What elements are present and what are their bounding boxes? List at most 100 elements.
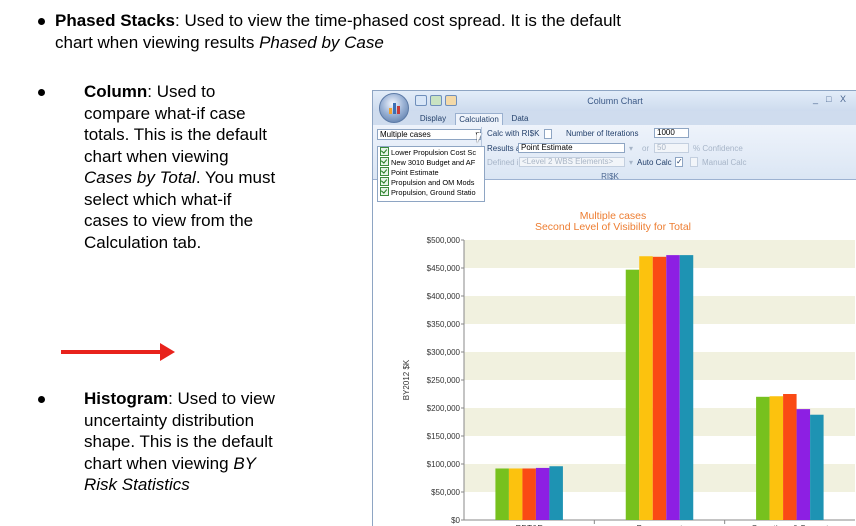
y-tick-label: $350,000 [427,320,461,329]
case-item[interactable]: Propulsion and OM Mods [380,177,474,187]
term-histogram: Histogram [84,389,169,408]
tab-calculation[interactable]: Calculation [455,113,503,125]
manual-calc-icon[interactable] [690,157,698,167]
defined-in-label: Defined in [487,158,524,167]
y-axis-label: BY2012 $K [402,359,411,400]
bar [495,468,509,520]
close-button[interactable]: X [840,94,846,104]
column-desc-line: totals. This is the default [84,125,268,144]
histogram-desc-line: chart when viewing [84,453,234,473]
bar [666,255,680,520]
y-tick-label: $150,000 [427,432,461,441]
y-tick-label: $50,000 [431,488,460,497]
case-item[interactable]: Lower Propulsion Cost Sc [380,147,476,157]
term-column: Column [84,82,148,101]
risk-statistics-text: Risk Statistics [84,475,190,494]
y-tick-label: $500,000 [427,236,461,245]
bar [535,467,550,520]
cases-by-total-text: Cases by Total [84,168,196,187]
case-item-label: Propulsion and OM Mods [391,178,475,187]
results-as-select[interactable]: Point Estimate [518,143,625,153]
phased-by-case-text: Phased by Case [259,32,384,52]
histogram-desc-line: uncertainty distribution [84,410,255,430]
cases-dropdown-list: Lower Propulsion Cost Sc New 3010 Budget… [377,146,485,202]
bullet-column: Column: Used to compare what-if case tot… [84,81,275,253]
bullet-dot [38,396,45,403]
checked-box-icon [380,177,389,186]
title-bar: Column Chart _ □ X [373,91,856,111]
calc-with-risk-checkbox[interactable] [544,129,552,139]
column-desc-line: Calculation tab. [84,232,202,252]
case-item[interactable]: New 3010 Budget and AF [380,157,475,167]
tab-data[interactable]: Data [505,113,535,125]
chart-area: Multiple cases Second Level of Visibilit… [373,180,856,526]
bullet-phased-stacks: Phased Stacks: Used to view the time-pha… [55,10,621,53]
bar [549,466,563,520]
histogram-desc-line: shape. This is the default [84,432,273,451]
bar [522,468,536,520]
manual-calc-label[interactable]: Manual Calc [702,158,746,167]
bar [769,396,784,520]
y-tick-label: $450,000 [427,264,461,273]
chart-icon[interactable] [445,95,457,106]
phased-stacks-desc-2: chart when viewing results [55,32,260,52]
term-phased-stacks: Phased Stacks [55,11,176,30]
case-item-label: Propulsion, Ground Statio [391,188,476,197]
cases-combo-value: Multiple cases [380,130,431,139]
cases-combo[interactable]: Multiple cases ▾ [377,129,481,140]
bullet-histogram: Histogram: Used to view uncertainty dist… [84,388,275,496]
bar [796,409,811,520]
column-chart-window: Column Chart _ □ X Display Calculation D… [372,90,856,526]
auto-calc-check-icon: ✓ [676,157,683,166]
bar [508,468,523,520]
case-item[interactable]: Propulsion, Ground Statio [380,187,476,197]
column-desc-line: compare what-if case [84,103,246,123]
bar [783,394,797,520]
column-chart: $0 $50,000 $100,000 $150,000 $200,000 $250,00… [402,236,855,526]
by-text: BY [233,453,256,473]
bullet-dot [38,89,45,96]
num-iterations-input[interactable]: 1000 [654,128,689,138]
y-tick-label: $200,000 [427,404,461,413]
column-desc-line: chart when viewing [84,146,229,166]
or-label: or [642,144,650,153]
bar [810,414,824,520]
minimize-button[interactable]: _ [813,94,818,104]
confidence-label: % Confidence [693,144,743,153]
histogram-desc: : Used to view [168,389,275,408]
y-tick-label: $400,000 [427,292,461,301]
y-tick-label: $250,000 [427,376,461,385]
checked-box-icon [380,187,389,196]
undo-icon[interactable] [430,95,442,106]
tab-display[interactable]: Display [413,113,453,125]
bar [639,256,653,520]
case-item-label: Lower Propulsion Cost Sc [391,148,477,157]
column-desc-line: . You must [195,168,276,187]
confidence-input[interactable]: 50 [654,143,689,153]
mouse-cursor-icon [477,133,487,143]
application-orb-icon[interactable] [379,93,409,123]
red-arrow-shaft [61,350,161,354]
bullet-dot [38,18,45,25]
phased-stacks-desc: : Used to view the time-phased cost spre… [175,11,622,30]
case-item-label: New 3010 Budget and AF [391,158,476,167]
dropdown-arrow-icon: ▾ [629,144,634,153]
defined-in-select[interactable]: <Level 2 WBS Elements> [519,157,625,167]
num-iterations-label: Number of Iterations [566,129,639,138]
auto-calc-label: Auto Calc [637,158,672,167]
bar [756,396,770,520]
column-desc: : Used to [147,82,216,101]
column-desc-line: select which what-if [84,189,232,209]
checked-box-icon [380,157,389,166]
checked-box-icon [380,147,389,156]
column-desc-line: cases to view from the [84,211,254,230]
case-item-label: Point Estimate [391,168,439,177]
y-tick-label: $0 [451,516,460,525]
calc-with-risk-label: Calc with RI$K [487,129,540,138]
checked-box-icon [380,167,389,176]
bar [652,256,667,520]
y-tick-label: $100,000 [427,460,461,469]
case-item[interactable]: Point Estimate [380,167,439,177]
maximize-button[interactable]: □ [826,94,831,104]
save-icon[interactable] [415,95,427,106]
